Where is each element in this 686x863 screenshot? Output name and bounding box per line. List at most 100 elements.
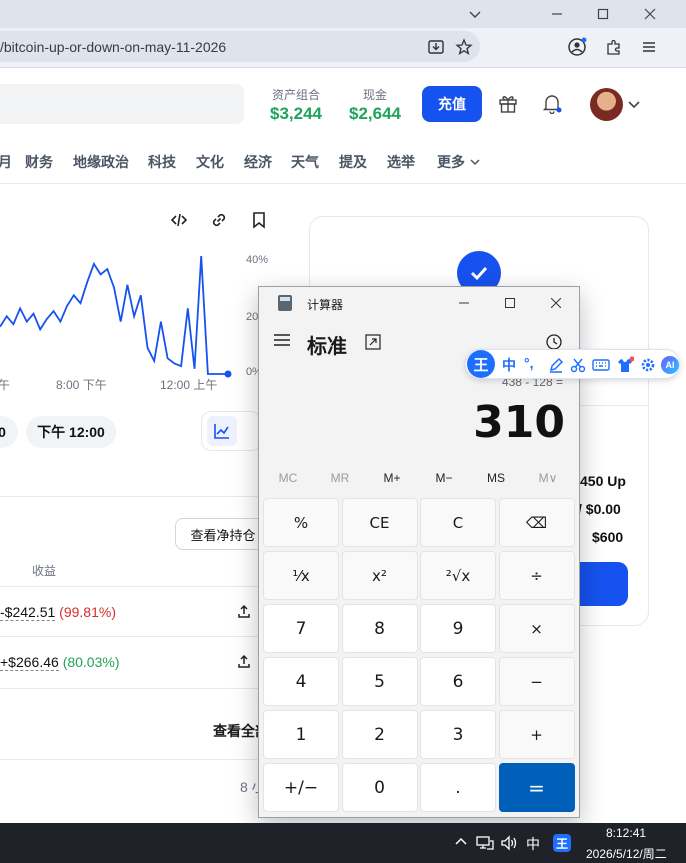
ime-logo[interactable]: 王 bbox=[467, 350, 495, 378]
time-range-pill[interactable]: 下午 12:00 bbox=[26, 416, 116, 448]
pnl-column-header: 收益 bbox=[32, 564, 57, 578]
ime-tray-logo[interactable]: 王 bbox=[553, 834, 571, 852]
five-key[interactable]: 5 bbox=[341, 657, 418, 706]
nav-item-elections[interactable]: 选举 bbox=[387, 152, 415, 172]
divider bbox=[0, 586, 262, 587]
clock-time[interactable]: 8:12:41 bbox=[606, 826, 646, 840]
clear-key[interactable]: C bbox=[420, 498, 496, 547]
portfolio-stat[interactable]: 资产组合 $3,244 bbox=[270, 86, 322, 124]
three-key[interactable]: 3 bbox=[420, 710, 496, 759]
card-cost-value: / $0.00 bbox=[578, 501, 621, 517]
view-holdings-button[interactable]: 查看净持仓 bbox=[175, 518, 271, 550]
settings-gear-icon[interactable] bbox=[640, 357, 656, 378]
calculator-display: 310 bbox=[473, 397, 565, 448]
memory-add-button[interactable]: M+ bbox=[366, 471, 418, 485]
equals-key[interactable]: = bbox=[498, 763, 575, 812]
time-range-pill[interactable]: 0 bbox=[0, 416, 18, 448]
add-key[interactable]: + bbox=[498, 710, 575, 759]
two-key[interactable]: 2 bbox=[341, 710, 418, 759]
volume-icon[interactable] bbox=[500, 835, 518, 856]
cash-stat[interactable]: 现金 $2,644 bbox=[349, 86, 401, 124]
bookmark-icon[interactable] bbox=[246, 207, 272, 233]
chart-type-toggle[interactable] bbox=[201, 411, 261, 451]
price-chart[interactable] bbox=[0, 250, 245, 380]
position-row[interactable]: -$242.51 (99.81%) bbox=[0, 604, 116, 621]
embed-code-icon[interactable] bbox=[166, 207, 192, 233]
notification-bell-icon[interactable] bbox=[540, 91, 564, 115]
backspace-key[interactable]: ⌫ bbox=[498, 498, 575, 547]
nav-menu-icon[interactable] bbox=[273, 333, 291, 352]
calc-close-button[interactable] bbox=[533, 287, 579, 319]
memory-recall-button[interactable]: MR bbox=[314, 471, 366, 485]
memory-store-button[interactable]: MS bbox=[470, 471, 522, 485]
minimize-button[interactable] bbox=[534, 0, 580, 28]
nav-item-weather[interactable]: 天气 bbox=[291, 152, 319, 172]
bookmark-star-icon[interactable] bbox=[452, 35, 476, 59]
zero-key[interactable]: 0 bbox=[341, 763, 418, 812]
menu-hamburger-icon[interactable] bbox=[637, 35, 661, 59]
y-tick-label: 20 bbox=[246, 311, 259, 323]
close-button[interactable] bbox=[627, 0, 673, 28]
scissors-icon[interactable] bbox=[570, 357, 586, 378]
profile-icon[interactable] bbox=[565, 35, 589, 59]
search-input[interactable] bbox=[0, 84, 244, 124]
decimal-key[interactable]: . bbox=[420, 763, 496, 812]
gift-icon[interactable] bbox=[496, 91, 520, 115]
url-text[interactable]: /bitcoin-up-or-down-on-may-11-2026 bbox=[0, 39, 226, 55]
pen-icon[interactable] bbox=[548, 357, 564, 378]
nav-item-economy[interactable]: 经济 bbox=[244, 152, 272, 172]
nav-item-more[interactable]: 更多 bbox=[437, 152, 481, 172]
six-key[interactable]: 6 bbox=[420, 657, 496, 706]
position-row[interactable]: +$266.46 (80.03%) bbox=[0, 654, 120, 671]
four-key[interactable]: 4 bbox=[263, 657, 339, 706]
reciprocal-key[interactable]: ¹⁄x bbox=[263, 551, 339, 600]
nav-item-partial[interactable]: 月 bbox=[0, 152, 12, 172]
clear-entry-key[interactable]: CE bbox=[341, 498, 418, 547]
keyboard-icon[interactable] bbox=[592, 357, 610, 378]
divide-key[interactable]: ÷ bbox=[498, 551, 575, 600]
calc-minimize-button[interactable] bbox=[441, 287, 487, 319]
clock-date[interactable]: 2026/5/12/周二 bbox=[586, 845, 667, 862]
nav-item-tech[interactable]: 科技 bbox=[148, 152, 176, 172]
link-icon[interactable] bbox=[206, 207, 232, 233]
avatar[interactable] bbox=[590, 88, 623, 121]
ime-mode-toggle[interactable]: 中 bbox=[502, 355, 516, 375]
negate-key[interactable]: +/− bbox=[263, 763, 339, 812]
ai-assistant-icon[interactable]: AI bbox=[661, 356, 679, 374]
eight-key[interactable]: 8 bbox=[341, 604, 418, 653]
nav-item-mentions[interactable]: 提及 bbox=[339, 152, 367, 172]
deposit-button[interactable]: 充值 bbox=[422, 86, 482, 122]
site-header: 资产组合 $3,244 现金 $2,644 充值 bbox=[0, 68, 686, 140]
subtract-key[interactable]: − bbox=[498, 657, 575, 706]
seven-key[interactable]: 7 bbox=[263, 604, 339, 653]
memory-list-button[interactable]: M∨ bbox=[522, 471, 574, 485]
percent-key[interactable]: % bbox=[263, 498, 339, 547]
taskbar-ime-indicator[interactable]: 中 bbox=[526, 834, 540, 854]
multiply-key[interactable]: × bbox=[498, 604, 575, 653]
keep-on-top-icon[interactable] bbox=[365, 334, 381, 355]
nine-key[interactable]: 9 bbox=[420, 604, 496, 653]
tab-list-chevron-icon[interactable] bbox=[452, 0, 498, 28]
square-key[interactable]: x² bbox=[341, 551, 418, 600]
line-chart-icon[interactable] bbox=[207, 416, 237, 446]
share-icon[interactable] bbox=[231, 599, 257, 625]
maximize-button[interactable] bbox=[580, 0, 626, 28]
ime-punctuation-toggle[interactable]: °, bbox=[524, 355, 534, 371]
square-root-key[interactable]: ²√x bbox=[420, 551, 496, 600]
install-app-icon[interactable] bbox=[424, 35, 448, 59]
cash-label: 现金 bbox=[362, 88, 387, 102]
one-key[interactable]: 1 bbox=[263, 710, 339, 759]
memory-clear-button[interactable]: MC bbox=[262, 471, 314, 485]
skin-shirt-icon[interactable] bbox=[616, 356, 635, 379]
nav-item-geopolitics[interactable]: 地缘政治 bbox=[73, 152, 129, 172]
network-icon[interactable] bbox=[476, 835, 494, 856]
memory-subtract-button[interactable]: M− bbox=[418, 471, 470, 485]
tray-overflow-chevron-icon[interactable] bbox=[454, 835, 468, 854]
calc-maximize-button[interactable] bbox=[487, 287, 533, 319]
share-icon[interactable] bbox=[231, 649, 257, 675]
nav-item-finance[interactable]: 财务 bbox=[25, 152, 53, 172]
nav-item-culture[interactable]: 文化 bbox=[196, 152, 224, 172]
extensions-puzzle-icon[interactable] bbox=[602, 35, 626, 59]
address-bar[interactable]: /bitcoin-up-or-down-on-may-11-2026 bbox=[0, 31, 480, 62]
chevron-down-icon[interactable] bbox=[622, 92, 646, 116]
